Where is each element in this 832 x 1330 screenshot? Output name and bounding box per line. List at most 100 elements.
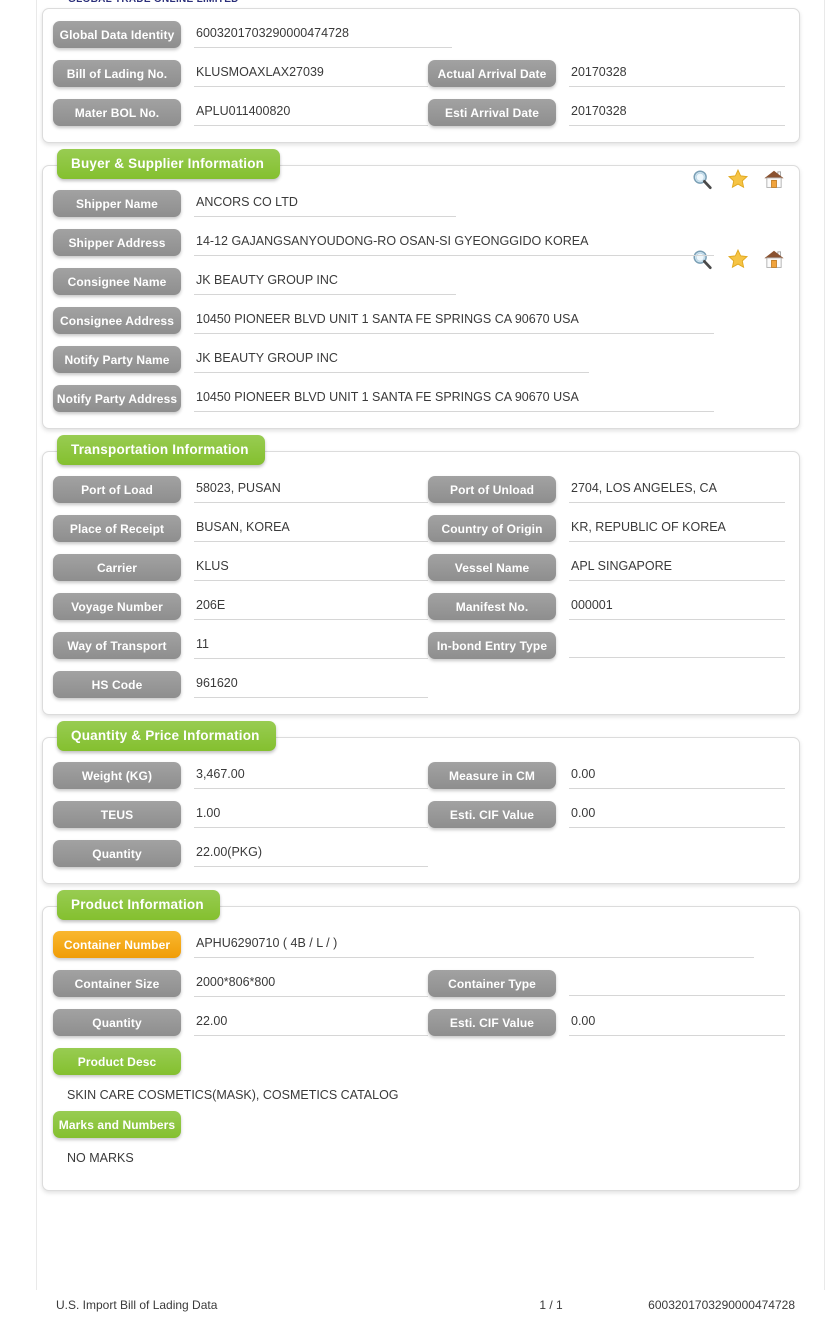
value-weight-kg[interactable]: 3,467.00 (194, 762, 428, 789)
value-container-number[interactable]: APHU6290710 ( 4B / L / ) (194, 931, 754, 958)
value-esti-cif-value[interactable]: 0.00 (569, 801, 785, 828)
value-voyage-number[interactable]: 206E (194, 593, 428, 620)
value-product-quantity[interactable]: 22.00 (194, 1009, 428, 1036)
product-information-title: Product Information (57, 890, 220, 920)
value-vessel-name[interactable]: APL SINGAPORE (569, 554, 785, 581)
field-row-container-size-type: Container Size 2000*806*800 Container Ty… (53, 970, 785, 997)
buyer-supplier-card: Buyer & Supplier Information Shipper Nam… (42, 149, 800, 429)
field-quantity: Quantity 22.00(PKG) (53, 840, 428, 867)
value-notify-party-address[interactable]: 10450 PIONEER BLVD UNIT 1 SANTA FE SPRIN… (194, 385, 714, 412)
field-way-of-transport: Way of Transport 11 (53, 632, 428, 659)
field-product-quantity: Quantity 22.00 (53, 1009, 428, 1036)
field-container-type: Container Type (428, 970, 785, 997)
field-row-teus-cif: TEUS 1.00 Esti. CIF Value 0.00 (53, 801, 785, 828)
value-consignee-name[interactable]: JK BEAUTY GROUP INC (194, 268, 456, 295)
field-hs-code: HS Code 961620 (53, 671, 428, 698)
home-icon[interactable] (763, 168, 785, 190)
value-hs-code[interactable]: 961620 (194, 671, 428, 698)
value-teus[interactable]: 1.00 (194, 801, 428, 828)
value-global-data-identity[interactable]: 6003201703290000474728 (194, 21, 452, 48)
label-product-esti-cif-value: Esti. CIF Value (428, 1009, 556, 1036)
value-esti-arrival-date[interactable]: 20170328 (569, 99, 785, 126)
label-container-number[interactable]: Container Number (53, 931, 181, 958)
value-shipper-name[interactable]: ANCORS CO LTD (194, 190, 456, 217)
field-container-size: Container Size 2000*806*800 (53, 970, 428, 997)
search-icon[interactable] (691, 168, 713, 190)
value-mater-bol-no[interactable]: APLU011400820 (194, 99, 428, 126)
field-esti-arrival-date: Esti Arrival Date 20170328 (428, 99, 785, 126)
label-hs-code: HS Code (53, 671, 181, 698)
label-way-of-transport: Way of Transport (53, 632, 181, 659)
field-notify-party-address: Notify Party Address 10450 PIONEER BLVD … (53, 385, 785, 412)
value-manifest-no[interactable]: 000001 (569, 593, 785, 620)
field-row-notify-party-address: Notify Party Address 10450 PIONEER BLVD … (53, 385, 785, 412)
value-bill-of-lading-no[interactable]: KLUSMOAXLAX27039 (194, 60, 428, 87)
field-global-data-identity: Global Data Identity 6003201703290000474… (53, 21, 785, 48)
field-in-bond-entry-type: In-bond Entry Type (428, 632, 785, 659)
value-way-of-transport[interactable]: 11 (194, 632, 428, 659)
field-shipper-address: Shipper Address 14-12 GAJANGSANYOUDONG-R… (53, 229, 785, 256)
label-mater-bol-no: Mater BOL No. (53, 99, 181, 126)
field-row-notify-party-name: Notify Party Name JK BEAUTY GROUP INC (53, 346, 785, 373)
label-port-of-load: Port of Load (53, 476, 181, 503)
footer-record-id: 6003201703290000474728 (648, 1298, 795, 1312)
value-in-bond-entry-type[interactable] (569, 632, 785, 658)
field-row-mater-bol: Mater BOL No. APLU011400820 Esti Arrival… (53, 99, 785, 126)
value-country-of-origin[interactable]: KR, REPUBLIC OF KOREA (569, 515, 785, 542)
star-icon[interactable] (727, 168, 749, 190)
value-carrier[interactable]: KLUS (194, 554, 428, 581)
field-port-of-unload: Port of Unload 2704, LOS ANGELES, CA (428, 476, 785, 503)
value-shipper-address[interactable]: 14-12 GAJANGSANYOUDONG-RO OSAN-SI GYEONG… (194, 229, 714, 256)
label-port-of-unload: Port of Unload (428, 476, 556, 503)
transportation-title: Transportation Information (57, 435, 265, 465)
value-place-of-receipt[interactable]: BUSAN, KOREA (194, 515, 428, 542)
footer-document-type: U.S. Import Bill of Lading Data (56, 1298, 218, 1312)
document-content: Global Data Identity 6003201703290000474… (42, 0, 800, 1213)
field-measure-in-cm: Measure in CM 0.00 (428, 762, 785, 789)
value-port-of-load[interactable]: 58023, PUSAN (194, 476, 428, 503)
field-row-product-desc: Product Desc SKIN CARE COSMETICS(MASK), … (53, 1048, 785, 1107)
value-product-esti-cif-value[interactable]: 0.00 (569, 1009, 785, 1036)
value-container-type[interactable] (569, 970, 785, 996)
quantity-price-title: Quantity & Price Information (57, 721, 276, 751)
field-container-number: Container Number APHU6290710 ( 4B / L / … (53, 931, 785, 958)
label-marks-and-numbers[interactable]: Marks and Numbers (53, 1111, 181, 1138)
label-esti-arrival-date: Esti Arrival Date (428, 99, 556, 126)
field-country-of-origin: Country of Origin KR, REPUBLIC OF KOREA (428, 515, 785, 542)
label-country-of-origin: Country of Origin (428, 515, 556, 542)
value-quantity[interactable]: 22.00(PKG) (194, 840, 428, 867)
product-information-body: Container Number APHU6290710 ( 4B / L / … (43, 907, 799, 1190)
footer-page-number: 1 / 1 (539, 1298, 563, 1312)
label-quantity: Quantity (53, 840, 181, 867)
label-shipper-address: Shipper Address (53, 229, 181, 256)
field-row-carrier-vessel: Carrier KLUS Vessel Name APL SINGAPORE (53, 554, 785, 581)
label-esti-cif-value: Esti. CIF Value (428, 801, 556, 828)
value-product-desc: SKIN CARE COSMETICS(MASK), COSMETICS CAT… (67, 1088, 399, 1102)
label-product-desc[interactable]: Product Desc (53, 1048, 181, 1075)
field-notify-party-name: Notify Party Name JK BEAUTY GROUP INC (53, 346, 785, 373)
label-measure-in-cm: Measure in CM (428, 762, 556, 789)
quantity-price-card: Quantity & Price Information Weight (KG)… (42, 721, 800, 884)
label-container-size: Container Size (53, 970, 181, 997)
label-in-bond-entry-type: In-bond Entry Type (428, 632, 556, 659)
label-place-of-receipt: Place of Receipt (53, 515, 181, 542)
field-voyage-number: Voyage Number 206E (53, 593, 428, 620)
product-information-card: Product Information Container Number APH… (42, 890, 800, 1191)
value-consignee-address[interactable]: 10450 PIONEER BLVD UNIT 1 SANTA FE SPRIN… (194, 307, 714, 334)
page-footer: U.S. Import Bill of Lading Data 1 / 1 60… (36, 1290, 825, 1312)
field-manifest-no: Manifest No. 000001 (428, 593, 785, 620)
field-row-weight-measure: Weight (KG) 3,467.00 Measure in CM 0.00 (53, 762, 785, 789)
label-teus: TEUS (53, 801, 181, 828)
label-actual-arrival-date: Actual Arrival Date (428, 60, 556, 87)
field-carrier: Carrier KLUS (53, 554, 428, 581)
value-actual-arrival-date[interactable]: 20170328 (569, 60, 785, 87)
value-container-size[interactable]: 2000*806*800 (194, 970, 428, 997)
value-port-of-unload[interactable]: 2704, LOS ANGELES, CA (569, 476, 785, 503)
field-place-of-receipt: Place of Receipt BUSAN, KOREA (53, 515, 428, 542)
label-manifest-no: Manifest No. (428, 593, 556, 620)
field-vessel-name: Vessel Name APL SINGAPORE (428, 554, 785, 581)
label-container-type: Container Type (428, 970, 556, 997)
field-consignee-address: Consignee Address 10450 PIONEER BLVD UNI… (53, 307, 785, 334)
value-notify-party-name[interactable]: JK BEAUTY GROUP INC (194, 346, 589, 373)
value-measure-in-cm[interactable]: 0.00 (569, 762, 785, 789)
